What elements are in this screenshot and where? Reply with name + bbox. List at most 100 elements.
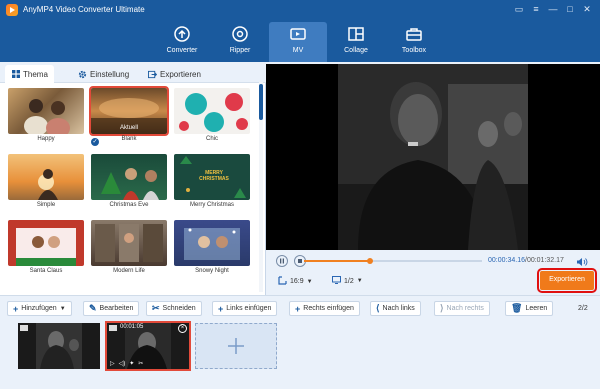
timeline: 00:01:05 × ▷ ◁) ✦ ✂ [0, 319, 600, 389]
cut-button[interactable]: ✂ Schneiden [146, 301, 202, 316]
aspect-ratio-select[interactable]: 16:9 ▼ [278, 276, 313, 287]
close-icon[interactable]: ✕ [580, 3, 594, 16]
theme-thumb-santa-claus[interactable] [8, 220, 84, 266]
scissors-icon[interactable]: ✂ [138, 360, 143, 367]
theme-thumb-modern-life[interactable] [91, 220, 167, 266]
volume-icon[interactable] [576, 257, 588, 267]
app-title: AnyMP4 Video Converter Ultimate [23, 5, 145, 14]
panel-tabs: Thema Einstellung Exportieren [0, 62, 266, 83]
insert-left-icon: + [218, 303, 224, 314]
trash-icon: 🗑 [511, 303, 523, 313]
tab-einstellung-label: Einstellung [90, 69, 130, 79]
clip-type-icon [20, 325, 28, 331]
clip-toolbar: + Hinzufügen ▼ ✎ Bearbeiten ✂ Schneiden … [0, 295, 600, 319]
page-select[interactable]: 1/2 ▼ [332, 276, 363, 286]
effects-icon[interactable]: ✦ [129, 360, 134, 367]
edit-label: Bearbeiten [99, 305, 134, 312]
theme-overlay-current: Aktuell [119, 125, 138, 131]
clip-duration: 00:01:05 [120, 324, 144, 330]
plus-icon: + [13, 303, 19, 314]
theme-label-happy: Happy [37, 136, 55, 142]
insert-right-label: Rechts einfügen [303, 305, 354, 312]
current-time: 00:00:34.16 [488, 257, 525, 264]
letterbox-left [266, 64, 338, 250]
maximize-icon[interactable]: □ [563, 3, 577, 16]
clip-type-icon [109, 325, 117, 331]
edit-icon: ✎ [89, 303, 97, 313]
nav-collage[interactable]: Collage [327, 22, 385, 62]
nav-ripper[interactable]: Ripper [211, 22, 269, 62]
theme-label-christmas-eve: Christmas Eve [109, 202, 149, 208]
tab-thema-label: Thema [23, 69, 48, 79]
move-right-button[interactable]: ⟩ Nach rechts [434, 301, 490, 316]
move-left-icon: ⟨ [376, 303, 380, 313]
app-header: AnyMP4 Video Converter Ultimate ▭ ≡ — □ … [0, 0, 600, 62]
chevron-down-icon: ▼ [306, 278, 313, 285]
tab-einstellung[interactable]: Einstellung [78, 65, 129, 83]
theme-thumb-christmas-eve[interactable] [91, 154, 167, 200]
timeline-clip-2[interactable]: 00:01:05 × ▷ ◁) ✦ ✂ [105, 321, 191, 371]
aspect-ratio-value: 16:9 [290, 278, 304, 285]
add-button[interactable]: + Hinzufügen ▼ [7, 301, 72, 316]
mv-icon [289, 25, 307, 43]
insert-left-label: Links einfügen [226, 305, 272, 312]
nav-converter[interactable]: Converter [153, 22, 211, 62]
toolbox-icon [405, 25, 423, 43]
play-icon[interactable]: ▷ [110, 360, 115, 367]
menu-icon[interactable]: ≡ [529, 3, 543, 16]
scissors-icon: ✂ [152, 303, 160, 313]
insert-right-button[interactable]: + Rechts einfügen [289, 301, 360, 316]
remove-clip-icon[interactable]: × [178, 324, 187, 333]
insert-left-button[interactable]: + Links einfügen [212, 301, 278, 316]
timeline-clip-1[interactable] [18, 323, 100, 369]
theme-thumb-chic[interactable] [174, 88, 250, 134]
add-clip-slot[interactable] [195, 323, 277, 369]
clip-count: 2/2 [578, 305, 588, 312]
theme-label-chic: Chic [205, 136, 218, 142]
monitor-icon [332, 276, 341, 286]
nav-toolbox[interactable]: Toolbox [385, 22, 443, 62]
theme-label-modern-life: Modern Life [113, 268, 145, 274]
export-icon [148, 70, 157, 79]
theme-thumb-simple[interactable] [8, 154, 84, 200]
video-preview[interactable] [338, 64, 528, 250]
nav-ripper-label: Ripper [229, 47, 251, 54]
nav-mv[interactable]: MV [269, 22, 327, 62]
tab-exportieren[interactable]: Exportieren [148, 65, 201, 83]
empty-label: Leeren [525, 305, 548, 312]
edit-button[interactable]: ✎ Bearbeiten [83, 301, 140, 316]
feedback-icon[interactable]: ▭ [512, 3, 526, 16]
minimize-icon[interactable]: — [546, 3, 560, 16]
chevron-down-icon: ▼ [356, 278, 363, 284]
theme-scrollbar-thumb[interactable] [259, 84, 263, 120]
move-left-label: Nach links [382, 305, 415, 312]
progress-handle[interactable] [367, 258, 373, 264]
aspect-ratio-icon [278, 276, 287, 287]
chevron-down-icon: ▼ [59, 305, 66, 312]
theme-thumb-happy[interactable] [8, 88, 84, 134]
theme-thumb-snowy-night[interactable] [174, 220, 250, 266]
move-left-button[interactable]: ⟨ Nach links [370, 301, 421, 316]
theme-label-snowy-night: Snowy Night [195, 268, 229, 274]
grid-icon [11, 70, 20, 79]
theme-thumb-merry-christmas[interactable]: MERRY CHRISTMAS [174, 154, 250, 200]
tab-thema[interactable]: Thema [5, 65, 54, 83]
theme-label-blank: Blank [121, 136, 137, 142]
plus-icon [228, 338, 244, 354]
tab-exportieren-label: Exportieren [160, 69, 201, 79]
volume-icon[interactable]: ◁) [119, 360, 126, 367]
add-label: Hinzufügen [21, 305, 57, 312]
time-display: 00:00:34.16/00:01:32.17 [488, 257, 564, 264]
pause-button[interactable] [276, 255, 288, 267]
progress-fill [304, 260, 370, 262]
export-button[interactable]: Exportieren [537, 268, 597, 293]
gear-icon [78, 70, 87, 79]
empty-button[interactable]: 🗑 Leeren [505, 301, 554, 316]
theme-thumb-blank[interactable]: Aktuell [89, 86, 169, 136]
nav-collage-label: Collage [344, 47, 368, 54]
app-logo-icon [6, 4, 18, 16]
title-bar: AnyMP4 Video Converter Ultimate ▭ ≡ — □ … [0, 0, 600, 20]
nav-toolbox-label: Toolbox [401, 47, 427, 54]
merry-christmas-title: MERRY CHRISTMAS [199, 170, 229, 182]
page-value: 1/2 [344, 277, 354, 285]
